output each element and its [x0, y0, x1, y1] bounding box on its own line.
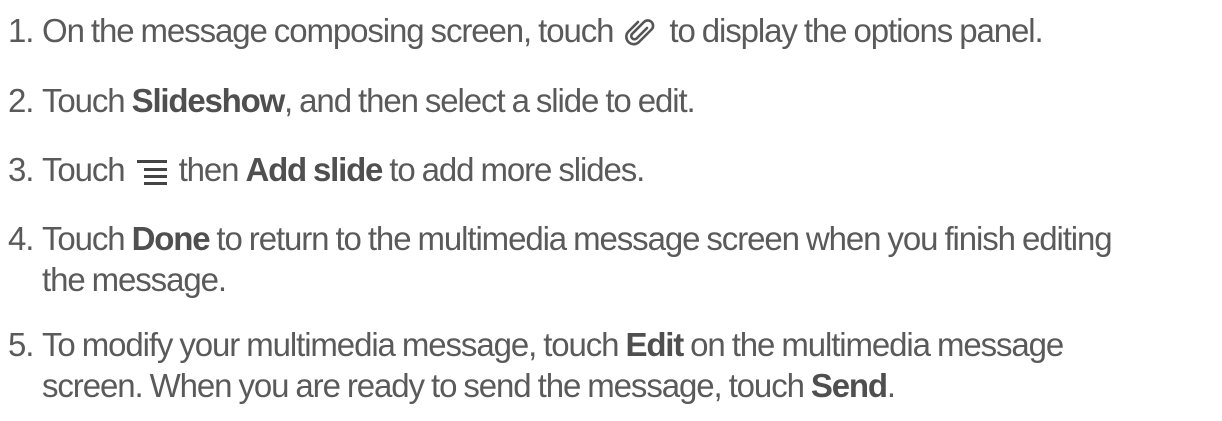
step-3: 3. Touch then Add slide to add more slide… — [8, 149, 1218, 190]
step-text: , and then select a slide to edit. — [284, 82, 696, 119]
step-text: to add more slides. — [382, 151, 645, 188]
step-text: then — [178, 151, 246, 188]
done-label: Done — [131, 220, 211, 257]
add-slide-label: Add slide — [245, 151, 383, 188]
edit-label: Edit — [625, 326, 685, 363]
step-text-continued: the message. — [42, 261, 227, 298]
menu-icon — [135, 157, 169, 187]
step-number: 3. — [8, 151, 34, 188]
step-text: on the multimedia message — [683, 326, 1064, 363]
step-text: . — [886, 367, 896, 404]
step-text: Touch — [42, 82, 132, 119]
paperclip-icon — [623, 15, 659, 51]
step-text: Touch — [42, 220, 132, 257]
step-text: to return to the multimedia message scre… — [209, 220, 1112, 257]
step-number: 4. — [8, 220, 34, 257]
step-5: 5. To modify your multimedia message, tou… — [8, 324, 1218, 406]
step-4: 4. Touch Done to return to the multimedia… — [8, 218, 1218, 300]
step-number: 1. — [8, 12, 34, 49]
step-number: 5. — [8, 326, 34, 363]
send-label: Send — [810, 367, 888, 404]
step-text: to display the options panel. — [669, 12, 1043, 49]
step-1: 1. On the message composing screen, touch… — [8, 10, 1218, 51]
step-text: screen. When you are ready to send the m… — [42, 367, 811, 404]
step-2: 2. Touch Slideshow, and then select a sli… — [8, 80, 1218, 121]
step-text: Touch — [42, 151, 126, 188]
instruction-page: 1. On the message composing screen, touch… — [0, 0, 1222, 421]
step-text: To modify your multimedia message, touch — [42, 326, 626, 363]
slideshow-label: Slideshow — [131, 82, 286, 119]
step-text-continued: screen. When you are ready to send the m… — [8, 365, 1218, 406]
step-text: On the message composing screen, touch — [42, 12, 614, 49]
step-number: 2. — [8, 82, 34, 119]
